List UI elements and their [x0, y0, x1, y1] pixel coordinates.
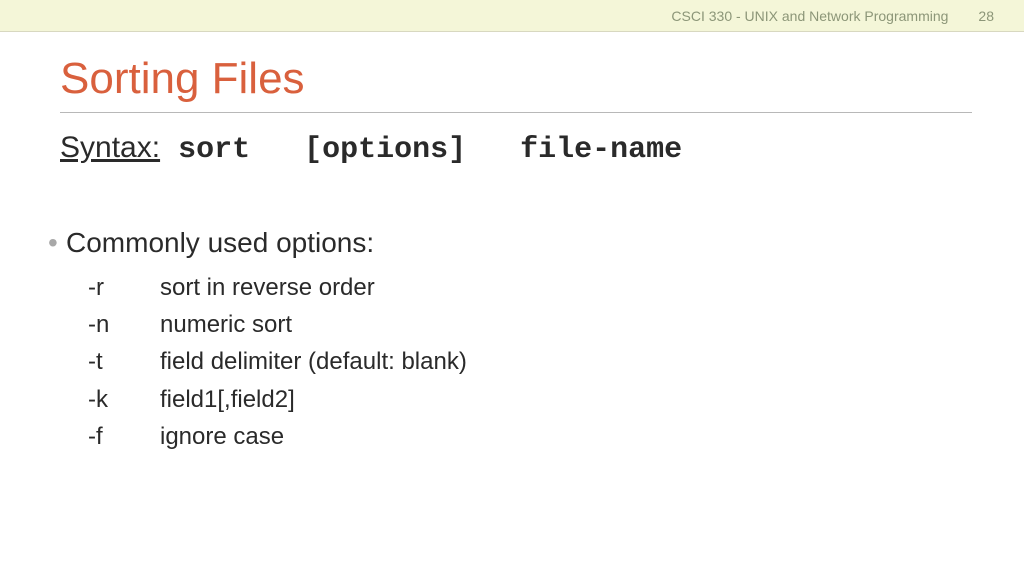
options-list: -r sort in reverse order -n numeric sort…	[60, 269, 972, 455]
list-item: -t field delimiter (default: blank)	[88, 343, 972, 380]
option-desc: field delimiter (default: blank)	[160, 343, 972, 380]
list-item: -n numeric sort	[88, 306, 972, 343]
list-item: -k field1[,field2]	[88, 381, 972, 418]
options-heading: •Commonly used options:	[60, 227, 972, 259]
list-item: -f ignore case	[88, 418, 972, 455]
bullet-marker-icon: •	[48, 227, 66, 259]
option-flag: -f	[88, 418, 160, 455]
slide-title: Sorting Files	[60, 54, 972, 113]
option-desc: sort in reverse order	[160, 269, 972, 306]
options-heading-text: Commonly used options:	[66, 227, 374, 258]
header-bar: CSCI 330 - UNIX and Network Programming …	[0, 0, 1024, 32]
option-flag: -n	[88, 306, 160, 343]
option-flag: -k	[88, 381, 160, 418]
syntax-code: sort [options] file-name	[160, 133, 682, 167]
page-number: 28	[978, 8, 994, 24]
slide-content: Sorting Files Syntax: sort [options] fil…	[0, 32, 1024, 455]
syntax-line: Syntax: sort [options] file-name	[60, 131, 972, 167]
option-flag: -r	[88, 269, 160, 306]
option-flag: -t	[88, 343, 160, 380]
syntax-label: Syntax:	[60, 131, 160, 164]
option-desc: ignore case	[160, 418, 972, 455]
option-desc: field1[,field2]	[160, 381, 972, 418]
option-desc: numeric sort	[160, 306, 972, 343]
list-item: -r sort in reverse order	[88, 269, 972, 306]
course-name: CSCI 330 - UNIX and Network Programming	[671, 8, 948, 24]
